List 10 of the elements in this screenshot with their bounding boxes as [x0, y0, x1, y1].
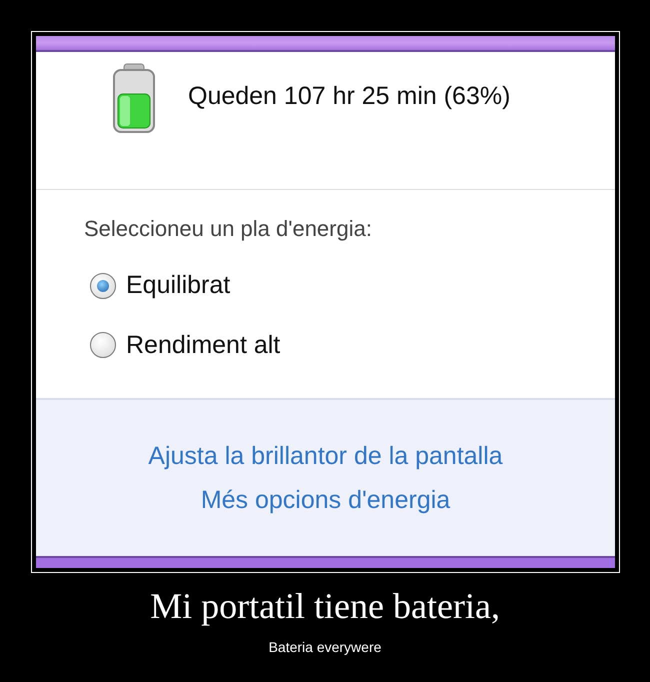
- settings-link[interactable]: Ajusta la brillantor de la pantalla: [148, 438, 503, 476]
- plan-label: Seleccioneu un pla d'energia:: [84, 215, 373, 243]
- radio-label[interactable]: Equilibrat: [126, 267, 230, 304]
- radio-button[interactable]: [90, 272, 116, 299]
- radio-button[interactable]: [90, 332, 116, 358]
- caption-subtitle: Bateria everywere: [268, 638, 382, 657]
- caption-title: Mi portatil tiene bateria,: [149, 587, 501, 627]
- radio-label[interactable]: Rendiment alt: [126, 326, 280, 364]
- settings-link[interactable]: Més opcions d'energia: [200, 482, 450, 519]
- battery-status-text: Queden 107 hr 25 min (63%): [188, 81, 510, 112]
